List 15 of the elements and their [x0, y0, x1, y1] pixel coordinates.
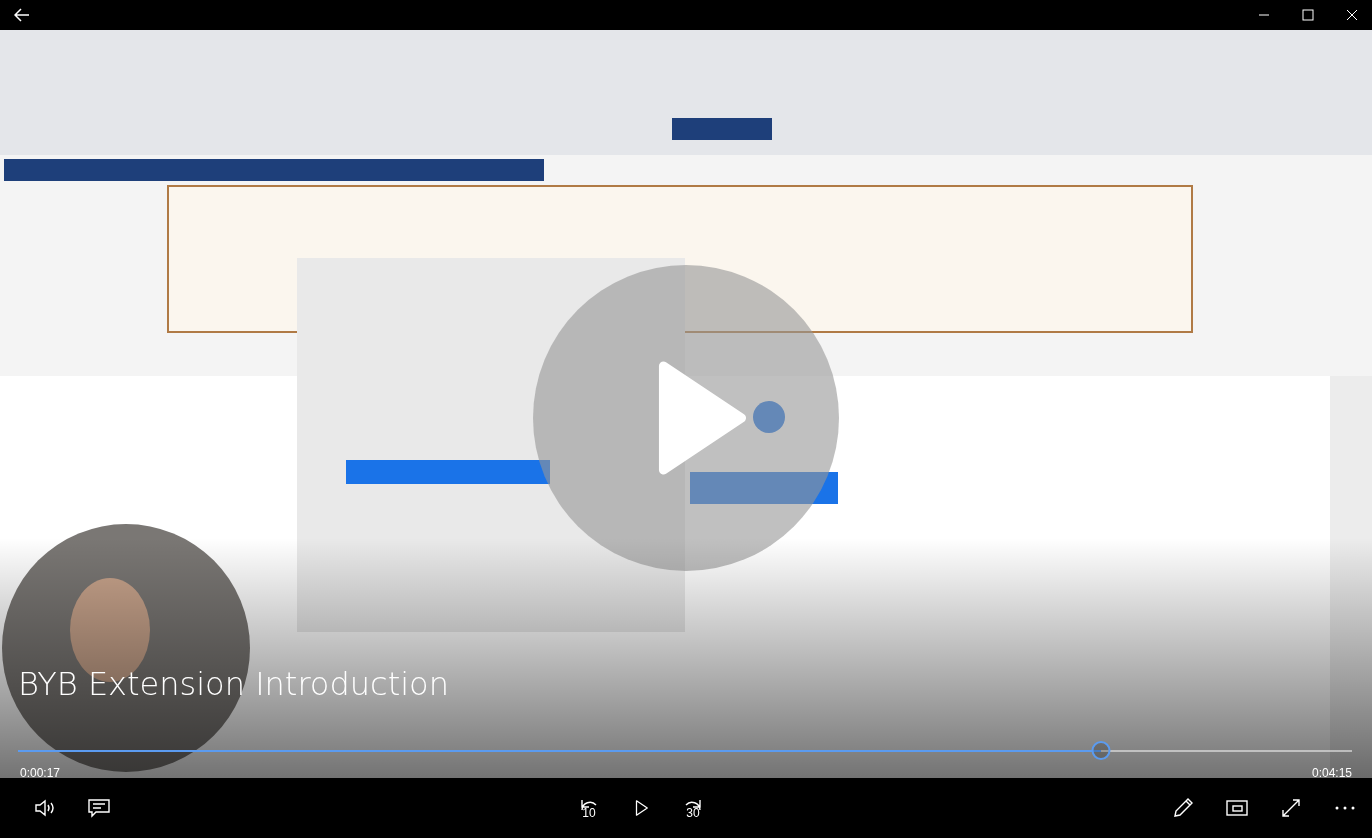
forward-button[interactable]: 30: [678, 795, 708, 821]
maximize-icon: [1302, 9, 1314, 21]
mini-view-icon: [1226, 799, 1248, 817]
fullscreen-icon: [1280, 797, 1302, 819]
progress-thumb[interactable]: [1091, 741, 1111, 760]
speech-bubble-icon: [88, 798, 110, 818]
video-title: BYB Extension Introduction: [18, 664, 449, 705]
pen-icon: [1172, 797, 1194, 819]
elapsed-time: 0:00:17: [20, 765, 61, 778]
rewind-button[interactable]: 10: [574, 795, 604, 821]
speaker-icon: [34, 798, 56, 818]
duration-time: 0:04:15: [1311, 765, 1352, 778]
more-icon: [1334, 805, 1356, 811]
arrow-icon: [14, 8, 30, 22]
close-icon: [1346, 9, 1358, 21]
